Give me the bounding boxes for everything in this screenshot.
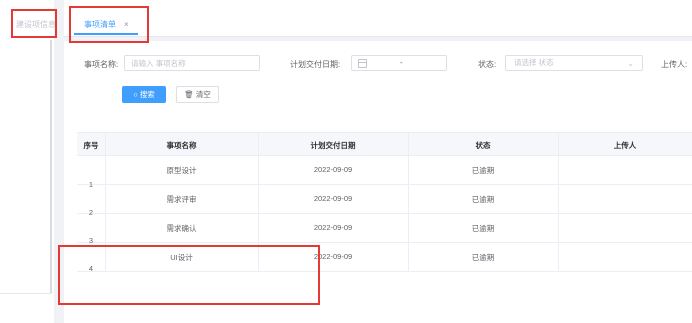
column-divider bbox=[558, 133, 559, 272]
row-date: 2022-09-09 bbox=[313, 223, 353, 232]
tab-item-list[interactable]: 事项清单 × bbox=[84, 19, 129, 30]
left-scrollbar[interactable] bbox=[50, 40, 52, 293]
row-status: 已逾期 bbox=[471, 195, 495, 204]
uploader-label: 上传人: bbox=[661, 60, 688, 69]
header-status: 状态 bbox=[475, 141, 491, 150]
row-name: 需求确认 bbox=[166, 224, 197, 233]
row-date: 2022-09-09 bbox=[313, 165, 353, 174]
table-row[interactable]: 需求评审 2022-09-09 已逾期 bbox=[77, 185, 692, 214]
item-name-input[interactable] bbox=[124, 55, 260, 71]
left-panel: 建设项信息 bbox=[0, 0, 56, 323]
active-tab-indicator bbox=[74, 33, 138, 35]
status-select[interactable]: 请选择 状态 ⌄ bbox=[505, 55, 643, 71]
calendar-icon bbox=[358, 59, 367, 68]
header-name: 事项名称 bbox=[166, 141, 197, 150]
column-divider bbox=[105, 133, 106, 272]
table-row[interactable]: 需求确认 2022-09-09 已逾期 bbox=[77, 214, 692, 243]
date-range-separator: - bbox=[400, 58, 403, 67]
clear-button[interactable]: 🗑 清空 bbox=[176, 86, 219, 103]
row-status: 已逾期 bbox=[471, 253, 495, 262]
search-button-label: 搜索 bbox=[139, 90, 155, 99]
chevron-down-icon: ⌄ bbox=[627, 59, 634, 68]
divider bbox=[0, 293, 52, 294]
row-index: 2 bbox=[88, 208, 94, 217]
header-uploader: 上传人 bbox=[613, 141, 637, 150]
row-index: 4 bbox=[88, 264, 94, 273]
row-date: 2022-09-09 bbox=[313, 252, 353, 261]
row-status: 已逾期 bbox=[471, 224, 495, 233]
date-range-picker[interactable]: - bbox=[351, 55, 447, 71]
table-row[interactable]: UI设计 2022-09-09 已逾期 bbox=[77, 243, 692, 272]
status-placeholder: 请选择 状态 bbox=[514, 58, 554, 67]
search-icon: ○ bbox=[133, 90, 138, 99]
content-gap bbox=[64, 37, 692, 41]
column-divider bbox=[258, 133, 259, 272]
row-name: UI设计 bbox=[170, 253, 193, 262]
table-row[interactable]: 原型设计 2022-09-09 已逾期 bbox=[77, 156, 692, 185]
clear-button-label: 清空 bbox=[195, 90, 211, 99]
date-label: 计划交付日期: bbox=[290, 60, 341, 69]
search-button[interactable]: ○ 搜索 bbox=[122, 86, 166, 103]
header-index: 序号 bbox=[83, 141, 99, 150]
name-label: 事项名称: bbox=[84, 60, 119, 69]
tab-project-info[interactable]: 建设项信息 bbox=[16, 19, 56, 30]
column-divider bbox=[408, 133, 409, 272]
main-content: 事项清单× 事项名称: 计划交付日期: - 状态: 请选择 状态 ⌄ 上传人: … bbox=[64, 0, 692, 323]
row-name: 需求评审 bbox=[166, 195, 197, 204]
tab-bar: 事项清单 × bbox=[64, 0, 692, 37]
table-header: 序号 事项名称 计划交付日期 状态 上传人 bbox=[77, 133, 692, 156]
row-status: 已逾期 bbox=[471, 166, 495, 175]
row-index: 3 bbox=[88, 236, 94, 245]
row-date: 2022-09-09 bbox=[313, 194, 353, 203]
close-icon[interactable]: × bbox=[124, 20, 129, 29]
header-date: 计划交付日期 bbox=[310, 141, 356, 150]
row-index: 1 bbox=[88, 180, 94, 189]
data-table: 序号 事项名称 计划交付日期 状态 上传人 原型设计 2022-09-09 已逾… bbox=[77, 132, 692, 273]
status-label: 状态: bbox=[478, 60, 497, 69]
trash-icon: 🗑 bbox=[184, 90, 194, 99]
tab-label: 事项清单 bbox=[84, 20, 116, 29]
row-name: 原型设计 bbox=[166, 166, 197, 175]
